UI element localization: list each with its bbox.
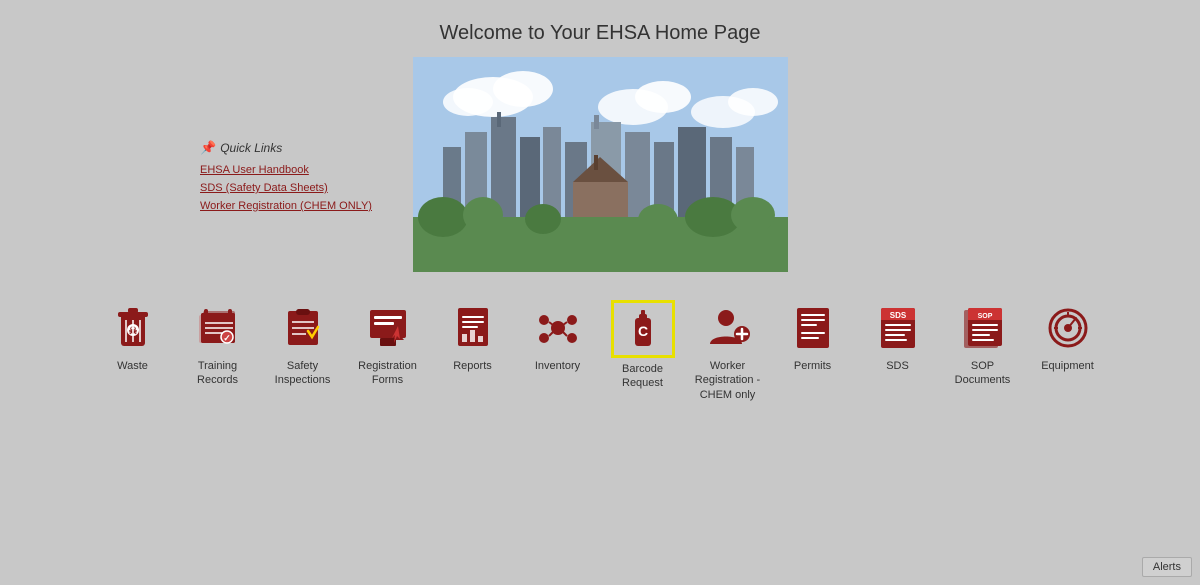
main-content: ☠ Waste [0, 45, 1200, 402]
sop-documents-label: SOP Documents [945, 359, 1020, 388]
safety-icon [282, 307, 324, 349]
sop-icon: SOP [962, 306, 1004, 350]
svg-text:SOP: SOP [977, 313, 992, 320]
quick-links-list: EHSA User Handbook SDS (Safety Data Shee… [200, 164, 372, 212]
permits-icon [793, 306, 833, 350]
equipment-icon [1046, 306, 1090, 350]
training-icon-box: ✓ [189, 300, 247, 355]
reports-icon [452, 306, 494, 350]
waste-icon-item[interactable]: ☠ Waste [95, 300, 170, 373]
safety-icon-box [274, 300, 332, 355]
barcode-request-icon-item[interactable]: C Barcode Request [605, 300, 680, 391]
worker-registration-link[interactable]: Worker Registration (CHEM ONLY) [200, 200, 372, 212]
sop-documents-icon-item[interactable]: SOP SOP Documents [945, 300, 1020, 388]
page-title: Welcome to Your EHSA Home Page [0, 0, 1200, 45]
permits-label: Permits [794, 359, 831, 373]
reports-label: Reports [453, 359, 492, 373]
barcode-icon: C [619, 304, 667, 354]
equipment-label: Equipment [1041, 359, 1094, 373]
quick-links-section: 📌 Quick Links EHSA User Handbook SDS (Sa… [200, 140, 372, 212]
waste-label: Waste [117, 359, 148, 373]
worker-registration-icon-item[interactable]: Worker Registration - CHEM only [690, 300, 765, 402]
permits-icon-box [784, 300, 842, 355]
barcode-request-label: Barcode Request [605, 362, 680, 391]
quick-links-heading: Quick Links [220, 141, 282, 155]
reports-icon-item[interactable]: Reports [435, 300, 510, 373]
waste-icon: ☠ [113, 304, 153, 352]
safety-inspections-label: Safety Inspections [265, 359, 340, 388]
inventory-icon [536, 306, 580, 350]
alerts-button[interactable]: Alerts [1142, 557, 1192, 577]
svg-text:✓: ✓ [223, 333, 231, 343]
inventory-label: Inventory [535, 359, 580, 373]
worker-icon-box [699, 300, 757, 355]
training-icon: ✓ [197, 307, 239, 349]
svg-text:SDS: SDS [889, 311, 906, 320]
sds-icon-item[interactable]: SDS SDS [860, 300, 935, 373]
pin-icon: 📌 [200, 140, 216, 156]
training-records-icon-item[interactable]: ✓ Training Records [180, 300, 255, 388]
inventory-icon-item[interactable]: Inventory [520, 300, 595, 373]
inventory-icon-box [529, 300, 587, 355]
hero-image [413, 57, 788, 272]
equipment-icon-item[interactable]: Equipment [1030, 300, 1105, 373]
equipment-icon-box [1039, 300, 1097, 355]
registration-forms-icon-item[interactable]: Registration Forms [350, 300, 425, 388]
sds-icon-box: SDS [869, 300, 927, 355]
permits-icon-item[interactable]: Permits [775, 300, 850, 373]
sop-icon-box: SOP [954, 300, 1012, 355]
safety-inspections-icon-item[interactable]: Safety Inspections [265, 300, 340, 388]
worker-registration-chem-label: Worker Registration - CHEM only [690, 359, 765, 402]
svg-text:C: C [637, 323, 647, 339]
training-records-label: Training Records [180, 359, 255, 388]
icons-row: ☠ Waste [55, 300, 1145, 402]
registration-forms-label: Registration Forms [350, 359, 425, 388]
sds-icon: SDS [877, 306, 919, 350]
sds-label: SDS [886, 359, 909, 373]
ehsa-handbook-link[interactable]: EHSA User Handbook [200, 164, 372, 176]
sds-link[interactable]: SDS (Safety Data Sheets) [200, 182, 372, 194]
quick-links-title: 📌 Quick Links [200, 140, 372, 156]
registration-icon [366, 308, 410, 348]
barcode-icon-box: C [611, 300, 675, 358]
waste-icon-box: ☠ [104, 300, 162, 355]
worker-icon [706, 306, 750, 350]
reports-icon-box [444, 300, 502, 355]
registration-icon-box [359, 300, 417, 355]
